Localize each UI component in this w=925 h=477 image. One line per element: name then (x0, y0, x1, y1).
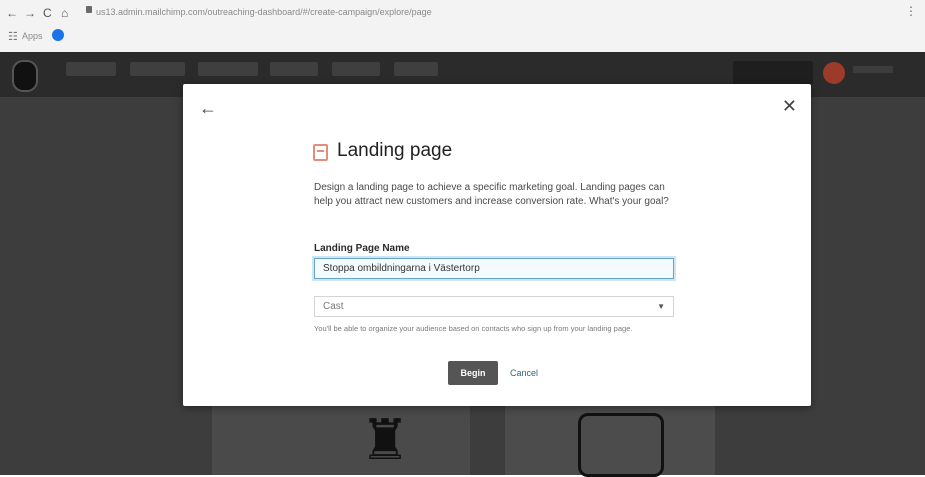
reload-icon[interactable]: C (43, 6, 52, 20)
back-arrow-icon[interactable]: ← (6, 6, 18, 20)
description: Design a landing page to achieve a speci… (314, 182, 669, 207)
bookmark-icon[interactable] (52, 29, 64, 41)
page-title: Landing page (337, 140, 453, 161)
apps-bookmark[interactable]: Apps (22, 31, 43, 41)
help-text: You'll be able to organize your audience… (314, 324, 633, 333)
landing-page-name-input[interactable]: Stoppa ombildningarna i Västertorp (314, 258, 674, 279)
nav-item[interactable] (198, 62, 258, 76)
person-illustration-icon: ♜ (360, 408, 411, 471)
landing-page-name-label: Landing Page Name (314, 243, 410, 254)
close-icon[interactable]: ✕ (782, 96, 797, 117)
nav-item[interactable] (270, 62, 318, 76)
cancel-link[interactable]: Cancel (510, 368, 538, 378)
avatar[interactable] (823, 62, 845, 84)
begin-button[interactable]: Begin (448, 361, 498, 385)
address-bar[interactable]: us13.admin.mailchimp.com/outreaching-das… (96, 4, 796, 20)
mailchimp-logo-icon[interactable] (12, 60, 38, 92)
forward-arrow-icon[interactable]: → (24, 6, 36, 20)
audience-select-value: Cast (323, 301, 344, 312)
nav-item[interactable] (130, 62, 185, 76)
nav-item[interactable] (66, 62, 116, 76)
nav-item[interactable] (394, 62, 438, 76)
account-name[interactable] (853, 66, 893, 73)
nav-item[interactable] (332, 62, 380, 76)
apps-grid-icon[interactable]: ☷ (8, 30, 18, 43)
back-arrow-icon[interactable]: ← (199, 98, 217, 119)
home-icon[interactable]: ⌂ (61, 6, 68, 20)
background-card (212, 400, 470, 475)
device-illustration-icon (578, 413, 664, 477)
browser-menu-icon[interactable]: ⋮ (905, 4, 917, 18)
upgrade-button[interactable] (733, 61, 813, 85)
landing-page-modal: ← ✕ Landing page Design a landing page t… (183, 84, 811, 406)
chevron-down-icon: ▼ (657, 302, 665, 311)
landing-page-icon (313, 144, 328, 161)
audience-select[interactable]: Cast ▼ (314, 296, 674, 317)
browser-chrome: ← → C ⌂ us13.admin.mailchimp.com/outreac… (0, 0, 925, 53)
lock-icon (86, 6, 92, 13)
